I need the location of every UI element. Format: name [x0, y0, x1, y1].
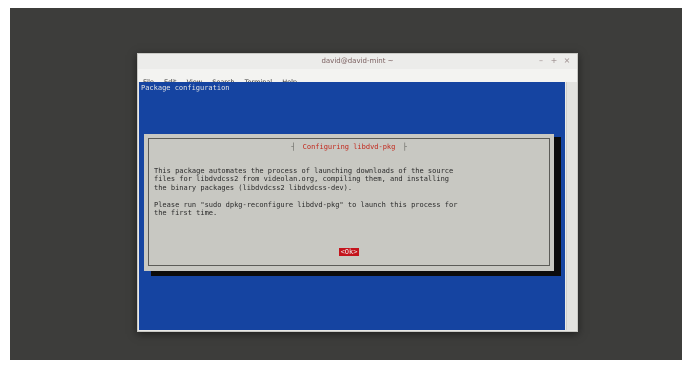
package-configuration-header: Package configuration — [141, 84, 230, 92]
dialog-text-line: This package automates the process of la… — [154, 167, 454, 175]
dialog-text-line: Please run "sudo dpkg-reconfigure libdvd… — [154, 200, 458, 209]
title-bar[interactable]: david@david-mint ~ – + × — [138, 54, 577, 69]
minimize-icon[interactable]: – — [536, 56, 546, 66]
maximize-icon[interactable]: + — [549, 56, 559, 66]
dialog-message: This package automates the process of la… — [154, 167, 549, 217]
dialog-text-line: the binary packages (libdvdcss2 libdvdcs… — [154, 183, 353, 192]
dialog-text-line: files for libdvdcss2 from videolan.org, … — [154, 175, 450, 184]
ok-button-row: <Ok> — [144, 239, 554, 258]
desktop-background: david@david-mint ~ – + × File Edit View … — [10, 8, 682, 360]
window-title: david@david-mint ~ — [321, 57, 394, 65]
dialog-title: Configuring libdvd-pkg — [302, 143, 396, 151]
close-icon[interactable]: × — [562, 56, 572, 66]
dialog-text-line: the first time. — [154, 209, 218, 218]
scrollbar[interactable] — [566, 82, 577, 330]
terminal-area[interactable]: Package configuration ┤ Configuring libd… — [139, 82, 565, 330]
menu-bar: File Edit View Search Terminal Help — [138, 69, 577, 86]
ok-button[interactable]: <Ok> — [338, 248, 360, 256]
dialog-title-bar: ┤ Configuring libdvd-pkg ├ — [149, 134, 549, 153]
config-dialog: ┤ Configuring libdvd-pkg ├ This package … — [144, 134, 554, 271]
terminal-window: david@david-mint ~ – + × File Edit View … — [137, 53, 578, 332]
